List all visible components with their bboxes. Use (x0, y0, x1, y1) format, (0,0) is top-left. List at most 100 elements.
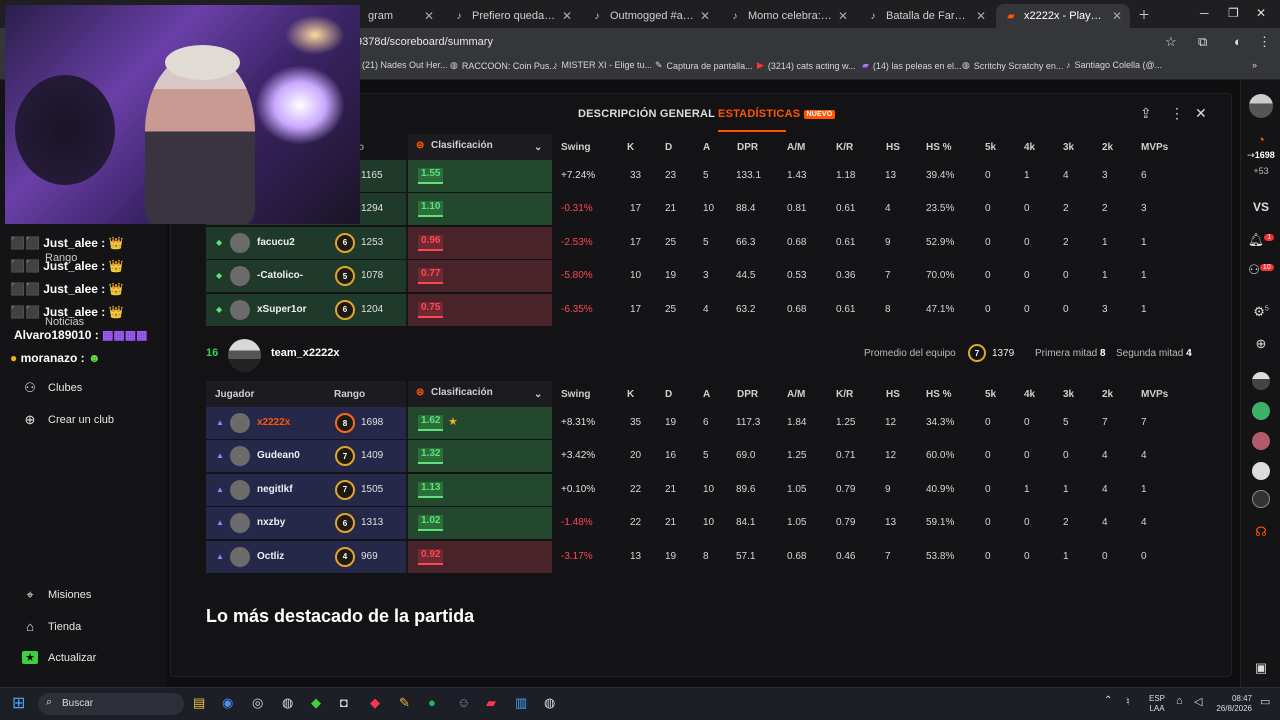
header-d[interactable]: D (665, 142, 672, 153)
player-name[interactable]: facucu2 (257, 237, 295, 248)
support-headset-icon[interactable]: ☊ (1241, 524, 1280, 540)
header-5k[interactable]: 5k (985, 389, 996, 400)
bookmark-star-icon[interactable]: ☆ (1165, 34, 1177, 50)
close-window-icon[interactable]: ✕ (1256, 6, 1266, 20)
header-4k[interactable]: 4k (1024, 142, 1035, 153)
minimize-icon[interactable]: ─ (1200, 6, 1209, 20)
header-a[interactable]: A (703, 389, 710, 400)
player-name[interactable]: -Catolico- (257, 270, 303, 281)
restore-icon[interactable]: ❐ (1228, 6, 1239, 20)
close-tab-icon[interactable]: ✕ (700, 9, 710, 23)
player-row[interactable]: ▲ Octliz 4 969 0.92 -3.17% 13 19 8 57.1 0.68 0.46 7 5… (206, 540, 1193, 573)
sidebar-item-tienda[interactable]: ⌂ Tienda (22, 619, 81, 634)
player-name[interactable]: negitlkf (257, 484, 293, 495)
header-hsp[interactable]: HS % (926, 389, 952, 400)
player-cell[interactable]: ▲ negitlkf 7 1505 (206, 473, 406, 506)
tab-estadisticas[interactable]: ESTADÍSTICAS NUEVO (718, 108, 836, 120)
close-tab-icon[interactable]: ✕ (424, 9, 434, 23)
bookmark[interactable]: ◍ RACCOON: Coin Pus... (450, 60, 557, 71)
player-cell[interactable]: ◆ -Catolico- 5 1078 (206, 260, 406, 293)
spotify-icon[interactable]: ● (428, 695, 436, 710)
vs-button[interactable]: VS (1241, 200, 1280, 214)
microphone-icon[interactable]: ♮ (1126, 695, 1130, 708)
close-tab-icon[interactable]: ✕ (838, 9, 848, 23)
friend-avatar[interactable] (1241, 402, 1280, 423)
notifications-bell-icon[interactable]: 🔔︎ 1 (1241, 232, 1280, 248)
player-cell[interactable]: ◆ xSuper1or 6 1204 (206, 293, 406, 326)
player-row[interactable]: ▲ Gudean0 7 1409 1.32 +3.42% 20 16 5 69.0 1.25 0.71… (206, 440, 1193, 473)
bookmark[interactable]: ▶ (3214) cats acting w... (757, 60, 855, 71)
tray-chevron-icon[interactable]: ⌃ (1104, 695, 1112, 706)
friends-icon[interactable]: ⚇ 10 (1241, 262, 1280, 278)
header-am[interactable]: A/M (787, 142, 805, 153)
url-field[interactable]: 9378d/scoreboard/summary (356, 36, 493, 48)
header-mvps[interactable]: MVPs (1141, 142, 1168, 153)
header-hs[interactable]: HS (886, 142, 900, 153)
player-name[interactable]: Octliz (257, 551, 284, 562)
browser-menu-icon[interactable]: ⋮ (1258, 34, 1271, 50)
party-icon[interactable]: ⚙5 (1241, 304, 1280, 320)
header-am[interactable]: A/M (787, 389, 805, 400)
header-hsp[interactable]: HS % (926, 142, 952, 153)
app-icon[interactable]: ✎ (399, 695, 410, 711)
header-3k[interactable]: 3k (1063, 389, 1074, 400)
header-dpr[interactable]: DPR (737, 142, 758, 153)
player-row[interactable]: ▲ negitlkf 7 1505 1.13 +0.10% 22 21 10 89.6 1.05 0.… (206, 473, 1193, 506)
bookmark[interactable]: ✎ Captura de pantalla... (655, 60, 753, 71)
new-tab-icon[interactable]: ＋ (1138, 6, 1150, 23)
header-swing[interactable]: Swing (561, 389, 590, 400)
windows-start-icon[interactable]: ⊞ (12, 693, 25, 713)
notifications-icon[interactable]: ▭ (1260, 695, 1270, 708)
player-row[interactable]: ▲ x2222x 8 1698 1.62 ★ +8.31% 35 19 6 117.3 1.84 1.2… (206, 407, 1193, 439)
share-icon[interactable]: ⇪ (1140, 105, 1152, 122)
header-dpr[interactable]: DPR (737, 389, 758, 400)
close-tab-icon[interactable]: ✕ (1112, 9, 1122, 23)
close-tab-icon[interactable]: ✕ (976, 9, 986, 23)
team2-name[interactable]: team_x2222x (271, 347, 340, 359)
header-3k[interactable]: 3k (1063, 142, 1074, 153)
app-icon[interactable]: ◆ (370, 695, 380, 711)
language-indicator[interactable]: ESP LAA (1149, 694, 1165, 714)
header-player[interactable]: Jugador (215, 389, 254, 400)
bookmark[interactable]: (21) Nades Out Her... (362, 60, 448, 70)
header-4k[interactable]: 4k (1024, 389, 1035, 400)
browser-tab[interactable]: ♪Prefiero quedarme en la h✕ (444, 4, 580, 28)
browser-tab[interactable]: ♪Outmogged #aurafarming✕ (582, 4, 718, 28)
friend-avatar[interactable] (1241, 490, 1280, 511)
app-icon[interactable]: ◎ (252, 695, 263, 711)
discord-icon[interactable]: ☺ (457, 695, 470, 710)
header-k[interactable]: K (627, 142, 634, 153)
header-swing[interactable]: Swing (561, 142, 590, 153)
header-k[interactable]: K (627, 389, 634, 400)
player-cell[interactable]: ▲ nxzby 6 1313 (206, 507, 406, 540)
browser-tab-active[interactable]: ▰x2222x - Player Profile - F✕ (996, 4, 1130, 28)
bookmark[interactable]: ♪ Santiago Colella (@... (1066, 60, 1162, 70)
user-avatar[interactable] (1241, 94, 1280, 121)
player-name[interactable]: nxzby (257, 517, 285, 528)
bookmark[interactable]: ▰ (14) las peleas en el... (862, 60, 961, 71)
player-cell[interactable]: ▲ x2222x 8 1698 (206, 407, 406, 439)
player-cell[interactable]: ▲ Octliz 4 969 (206, 540, 406, 573)
friend-avatar[interactable] (1241, 462, 1280, 483)
friend-avatar[interactable] (1241, 372, 1280, 393)
more-bookmarks-icon[interactable]: » (1252, 60, 1257, 70)
sidebar-item-actualizar[interactable]: ★ Actualizar (22, 651, 96, 664)
player-row[interactable]: ◆ -Catolico- 5 1078 0.77 -5.80% 10 19 3 44.5 0.53 0… (206, 260, 1193, 293)
close-tab-icon[interactable]: ✕ (562, 9, 572, 23)
sort-chevron-icon[interactable]: ⌄ (534, 389, 542, 400)
player-name[interactable]: Gudean0 (257, 450, 300, 461)
player-row[interactable]: ▲ nxzby 6 1313 1.02 -1.48% 22 21 10 84.1 1.05 0.79 1… (206, 507, 1193, 540)
header-2k[interactable]: 2k (1102, 389, 1113, 400)
browser-tab[interactable]: ♪Batalla de Farmear Aura e✕ (858, 4, 994, 28)
header-a[interactable]: A (703, 142, 710, 153)
header-2k[interactable]: 2k (1102, 142, 1113, 153)
header-kr[interactable]: K/R (836, 142, 853, 153)
header-rank[interactable]: Rango (334, 389, 365, 400)
bookmark[interactable]: ◍ Scritchy Scratchy en... (962, 60, 1063, 71)
header-mvps[interactable]: MVPs (1141, 389, 1168, 400)
player-row[interactable]: ◆ xSuper1or 6 1204 0.75 -6.35% 17 25 4 63.2 0.68 0.… (206, 293, 1193, 326)
sidebar-item-clubes[interactable]: ⚇ Clubes (22, 380, 82, 396)
header-hs[interactable]: HS (886, 389, 900, 400)
clock[interactable]: 08:47 26/8/2026 (1212, 694, 1252, 714)
friend-avatar[interactable] (1241, 432, 1280, 453)
